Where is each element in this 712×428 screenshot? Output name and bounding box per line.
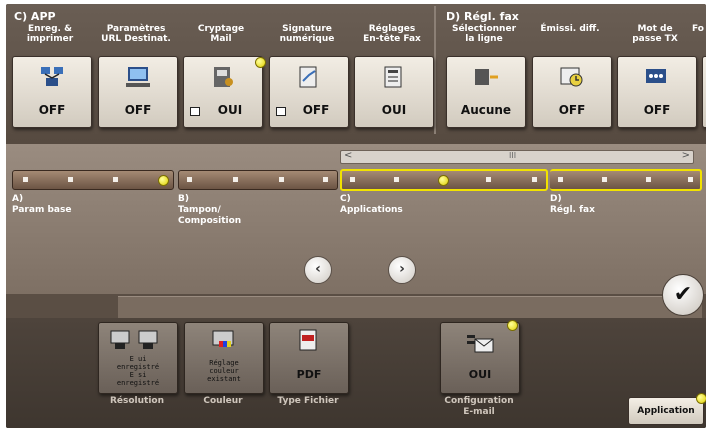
network-print-icon	[41, 67, 63, 86]
slider-pip	[279, 177, 284, 182]
category-label-a[interactable]: A) Param base	[12, 194, 71, 216]
confirm-button[interactable]: ✔	[662, 274, 704, 316]
fax-header-button[interactable]: OUI	[354, 56, 434, 128]
slider-pip	[558, 177, 563, 182]
value: Aucune	[460, 103, 512, 117]
category-band	[6, 144, 706, 294]
password-tx-icon	[646, 69, 666, 83]
email-config-button[interactable]: OUI	[440, 322, 520, 394]
scroll-left-arrow[interactable]: <	[344, 150, 352, 161]
category-slider-b[interactable]	[178, 170, 338, 190]
slider-position-marker	[438, 175, 449, 186]
fax-header-icon	[384, 66, 402, 88]
label-password-tx: Mot de passe TX	[632, 24, 678, 44]
value: OFF	[302, 103, 330, 117]
value: OFF	[38, 103, 66, 117]
slider-pip	[688, 177, 693, 182]
label-partial: Fo	[692, 24, 704, 34]
prev-page-button[interactable]: ‹	[304, 256, 332, 284]
slider-pip	[68, 177, 73, 182]
file-type-value: PDF	[296, 368, 322, 381]
category-label-d[interactable]: D) Régl. fax	[550, 194, 595, 216]
value: OFF	[643, 103, 671, 117]
file-type-button[interactable]: PDF	[269, 322, 349, 394]
next-page-button[interactable]: ›	[388, 256, 416, 284]
color-value: Réglage couleur existant	[207, 359, 241, 383]
slider-pip	[486, 177, 491, 182]
email-config-indicator	[507, 320, 518, 331]
label-timer-send: Émissi. diff.	[540, 24, 600, 34]
group-divider	[434, 6, 436, 134]
category-label-b[interactable]: B) Tampon/ Composition	[178, 194, 241, 227]
resolution-label: Résolution	[109, 396, 165, 406]
horizontal-scrollbar[interactable]: < III >	[340, 150, 694, 164]
partial-button[interactable]	[702, 56, 706, 128]
value: OFF	[124, 103, 152, 117]
value: OUI	[217, 103, 243, 117]
email-config-value: OUI	[468, 368, 492, 381]
digital-signature-button[interactable]: OFF	[269, 56, 349, 128]
scroll-right-arrow[interactable]: >	[682, 150, 690, 161]
timer-send-icon	[560, 67, 583, 87]
label-mail-encryption: Cryptage Mail	[197, 24, 245, 44]
email-config-label: Configuration E-mail	[444, 396, 514, 417]
password-tx-button[interactable]: OFF	[617, 56, 697, 128]
slider-pip	[187, 177, 192, 182]
group-title-fax: D) Régl. fax	[446, 10, 519, 23]
slider-position-marker	[158, 175, 169, 186]
slider-pip	[323, 177, 328, 182]
category-label-c[interactable]: C) Applications	[340, 194, 403, 216]
resolution-icon	[110, 330, 158, 349]
function-panel: C) APP D) Régl. fax Enreg. & imprimer Pa…	[6, 4, 706, 144]
value: OUI	[381, 103, 407, 117]
application-indicator	[696, 393, 706, 404]
scroll-thumb[interactable]: III	[509, 151, 516, 160]
application-button[interactable]: Application	[628, 397, 704, 425]
sub-strip	[118, 296, 702, 319]
line-select-button[interactable]: Aucune	[446, 56, 526, 128]
resolution-value: E ui enregistré E si enregistré	[116, 355, 160, 387]
email-icon	[467, 335, 494, 353]
label-save-print: Enreg. & imprimer	[26, 24, 74, 44]
file-type-label: Type Fichier	[277, 396, 339, 406]
active-indicator	[255, 57, 266, 68]
scan-settings-screen: C) APP D) Régl. fax Enreg. & imprimer Pa…	[6, 4, 706, 428]
label-digital-signature: Signature numérique	[279, 24, 335, 44]
slider-pip	[23, 177, 28, 182]
timer-send-button[interactable]: OFF	[532, 56, 612, 128]
category-slider-a[interactable]	[12, 170, 174, 190]
slider-pip	[394, 177, 399, 182]
slider-pip	[350, 177, 355, 182]
slider-pip	[602, 177, 607, 182]
slider-pip	[113, 177, 118, 182]
label-url-dest: Paramètres URL Destinat.	[101, 24, 171, 44]
mail-encryption-button[interactable]: OUI	[183, 56, 263, 128]
save-print-button[interactable]: OFF	[12, 56, 92, 128]
color-button[interactable]: Réglage couleur existant	[184, 322, 264, 394]
slider-pip	[233, 177, 238, 182]
category-slider-c[interactable]	[340, 169, 548, 191]
label-line-select: Sélectionner la ligne	[451, 24, 517, 44]
value: OFF	[558, 103, 586, 117]
category-slider-d[interactable]	[550, 169, 702, 191]
pdf-file-icon	[299, 329, 317, 351]
slider-pip	[532, 177, 537, 182]
label-fax-header: Réglages En-tête Fax	[363, 24, 421, 44]
digital-signature-icon	[299, 66, 317, 88]
resolution-button[interactable]: E ui enregistré E si enregistré	[98, 322, 178, 394]
mail-encryption-icon	[214, 67, 233, 87]
url-dest-button[interactable]: OFF	[98, 56, 178, 128]
group-title-app: C) APP	[14, 10, 56, 23]
slider-pip	[646, 177, 651, 182]
line-select-icon	[475, 69, 498, 85]
monitor-url-icon	[126, 67, 150, 87]
color-printer-icon	[212, 330, 234, 347]
